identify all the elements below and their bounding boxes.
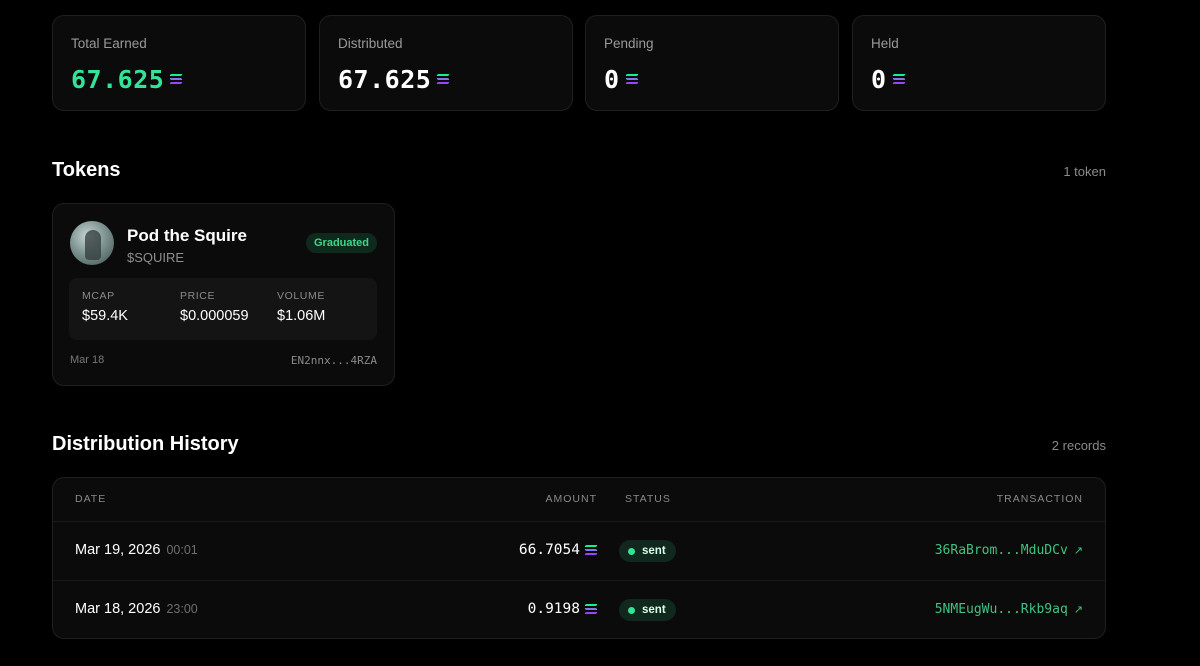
transaction-hash[interactable]: 36RaBrom...MduDCv — [935, 543, 1068, 558]
row-date-text: Mar 19, 2026 — [75, 542, 161, 558]
status-badge: sent — [619, 540, 676, 562]
status-dot-icon — [628, 547, 635, 555]
stat-card-total-earned: Total Earned 67.625 — [52, 15, 306, 111]
metric-label: MCAP — [82, 290, 115, 302]
stat-label: Distributed — [338, 36, 403, 51]
metric-price: PRICE $0.000059 — [180, 290, 249, 324]
column-header-transaction: TRANSACTION — [996, 493, 1083, 505]
stats-row: Total Earned 67.625 Distributed 67.625 P… — [52, 15, 1106, 111]
metric-value: $59.4K — [82, 308, 128, 324]
pending-value: 0 — [604, 64, 620, 94]
row-date: Mar 18, 2026 23:00 — [75, 601, 198, 617]
table-row: Mar 19, 2026 00:01 66.7054 sent 36RaBrom.… — [53, 521, 1105, 579]
stat-label: Pending — [604, 36, 654, 51]
graduated-badge: Graduated — [305, 233, 377, 253]
metric-volume: VOLUME $1.06M — [277, 290, 325, 324]
row-amount-value: 0.9198 — [527, 601, 580, 617]
solana-icon — [584, 545, 598, 555]
history-heading: Distribution History — [52, 433, 239, 455]
total-earned-value: 67.625 — [71, 64, 165, 94]
solana-icon — [891, 74, 906, 84]
stat-card-distributed: Distributed 67.625 — [319, 15, 573, 111]
solana-icon — [584, 604, 598, 614]
history-count: 2 records — [1051, 438, 1106, 453]
row-amount: 0.9198 — [527, 601, 598, 617]
token-address[interactable]: EN2nnx...4RZA — [291, 354, 377, 367]
token-card[interactable]: Pod the Squire $SQUIRE Graduated MCAP $5… — [52, 203, 395, 386]
column-header-date: DATE — [75, 493, 107, 505]
stat-label: Held — [871, 36, 899, 51]
metric-value: $0.000059 — [180, 308, 249, 324]
token-metrics: MCAP $59.4K PRICE $0.000059 VOLUME $1.06… — [69, 278, 377, 340]
transaction-link[interactable]: 36RaBrom...MduDCv ↗ — [935, 543, 1083, 558]
status-badge: sent — [619, 599, 676, 621]
stat-value: 67.625 — [71, 64, 183, 94]
external-link-icon[interactable]: ↗ — [1074, 544, 1083, 557]
token-name: Pod the Squire — [127, 226, 247, 245]
table-row: Mar 18, 2026 23:00 0.9198 sent 5NMEugWu..… — [53, 580, 1105, 638]
metric-value: $1.06M — [277, 308, 326, 324]
transaction-hash[interactable]: 5NMEugWu...Rkb9aq — [935, 602, 1068, 617]
stat-card-held: Held 0 — [852, 15, 1106, 111]
tokens-count: 1 token — [1063, 164, 1106, 179]
token-avatar — [70, 221, 114, 265]
held-value: 0 — [871, 64, 887, 94]
row-amount: 66.7054 — [518, 542, 598, 558]
distribution-table: DATE AMOUNT STATUS TRANSACTION Mar 19, 2… — [52, 477, 1106, 639]
solana-icon — [436, 74, 450, 84]
external-link-icon[interactable]: ↗ — [1074, 603, 1083, 616]
metric-label: PRICE — [180, 290, 216, 302]
stat-card-pending: Pending 0 — [585, 15, 839, 111]
solana-icon — [624, 74, 639, 84]
stat-label: Total Earned — [71, 36, 147, 51]
column-header-amount: AMOUNT — [545, 493, 597, 505]
stat-value: 0 — [871, 64, 906, 94]
token-date: Mar 18 — [70, 354, 105, 366]
row-date: Mar 19, 2026 00:01 — [75, 542, 198, 558]
row-date-text: Mar 18, 2026 — [75, 601, 161, 617]
status-text: sent — [642, 545, 666, 557]
metric-label: VOLUME — [277, 290, 325, 302]
solana-icon — [169, 74, 183, 84]
tokens-heading: Tokens — [52, 159, 121, 181]
token-symbol: $SQUIRE — [127, 250, 185, 265]
row-time: 00:01 — [166, 543, 198, 557]
row-amount-value: 66.7054 — [518, 542, 580, 558]
row-time: 23:00 — [166, 602, 198, 616]
metric-mcap: MCAP $59.4K — [82, 290, 128, 324]
status-text: sent — [642, 604, 666, 616]
stat-value: 0 — [604, 64, 639, 94]
stat-value: 67.625 — [338, 64, 450, 94]
status-dot-icon — [628, 606, 635, 614]
distributed-value: 67.625 — [338, 64, 432, 94]
column-header-status: STATUS — [625, 493, 671, 505]
transaction-link[interactable]: 5NMEugWu...Rkb9aq ↗ — [935, 602, 1083, 617]
